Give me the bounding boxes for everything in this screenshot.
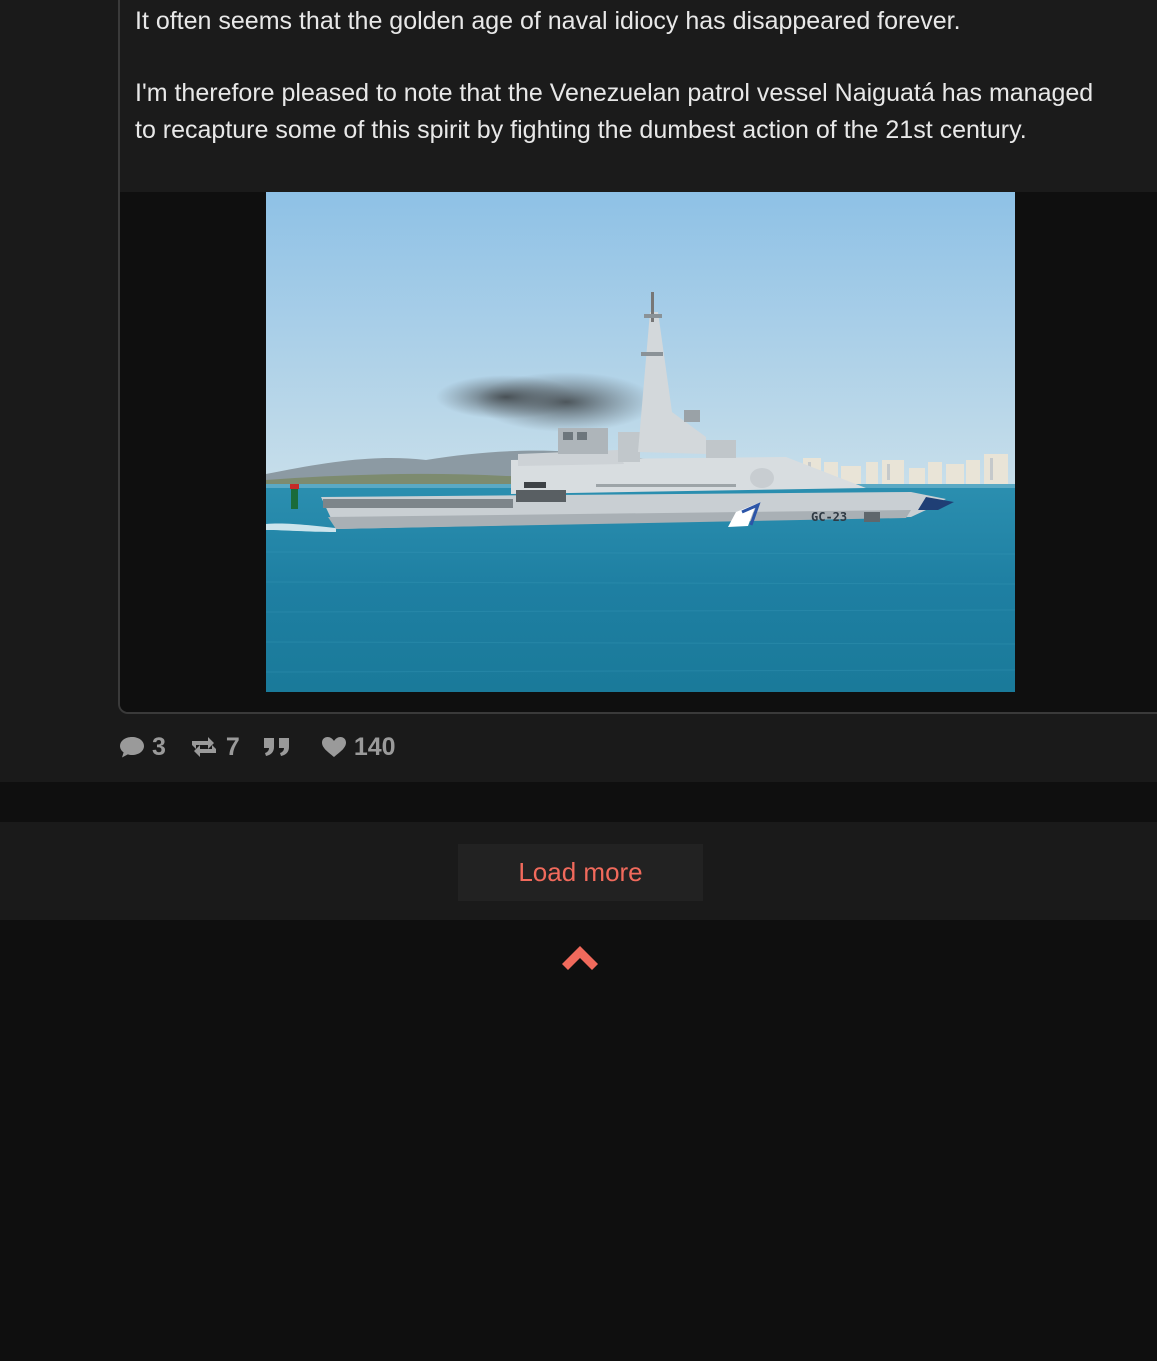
post-paragraph-1: It often seems that the golden age of na… [135, 7, 961, 35]
chevron-up-icon[interactable] [560, 943, 600, 973]
comment-bubble-icon [120, 737, 144, 758]
reblog-icon [191, 737, 216, 757]
post-paragraph-2: I'm therefore pleased to note that the V… [135, 79, 1094, 144]
post-image-container: GC-23 [120, 192, 1157, 712]
replies-count: 3 [152, 732, 166, 761]
quote-stat[interactable] [262, 736, 298, 758]
likes-count: 140 [353, 732, 396, 761]
ship-photo[interactable]: GC-23 [266, 192, 1015, 692]
post-card: It often seems that the golden age of na… [0, 0, 1157, 782]
hull-number: GC-23 [811, 510, 847, 524]
reblogs-stat[interactable]: 7 [188, 733, 240, 762]
quote-icon [263, 738, 289, 756]
load-more-section: Load more [0, 822, 1157, 920]
replies-stat[interactable]: 3 [118, 733, 166, 762]
post-stats: 3 7 140 [118, 733, 418, 761]
reblogs-count: 7 [225, 732, 240, 761]
load-more-button[interactable]: Load more [458, 844, 703, 901]
likes-stat[interactable]: 140 [320, 733, 396, 762]
heart-icon [321, 737, 346, 757]
quoted-post: It often seems that the golden age of na… [118, 0, 1157, 714]
